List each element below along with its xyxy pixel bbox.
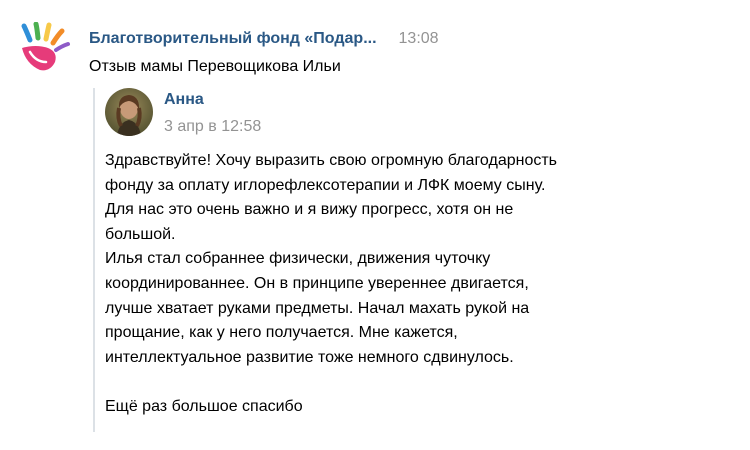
repost-text-line: интеллектуальное развитие тоже немного с… [105, 348, 514, 366]
repost-text-line: большой. [105, 225, 176, 243]
repost-text-line: Илья стал собраннее физически, движения … [105, 250, 491, 268]
repost-text-line [105, 370, 705, 395]
charity-logo[interactable] [18, 21, 72, 74]
post-author-link[interactable]: Благотворительный фонд «Подар... [89, 30, 377, 48]
repost-text: Здравствуйте! Хочу выразить свою огромну… [105, 149, 705, 420]
repost-text-line: фонду за оплату иглорефлексотерапии и ЛФ… [105, 176, 546, 194]
repost-author-avatar[interactable] [105, 88, 153, 136]
repost-date-link[interactable]: 3 апр в 12:58 [164, 118, 261, 136]
repost-text-line: Здравствуйте! Хочу выразить свою огромну… [105, 152, 558, 169]
repost-text-line: лучше хватает руками предметы. Начал мах… [105, 299, 530, 317]
colorful-hand-logo-icon [21, 21, 70, 71]
post-text: Отзыв мамы Перевощикова Ильи [89, 58, 341, 75]
repost-text-line: прощание, как у него получается. Мне каж… [105, 324, 458, 342]
user-photo-avatar-icon [105, 88, 153, 136]
repost-text-line: Для нас это очень важно и я вижу прогрес… [105, 201, 514, 219]
repost-text-line: Ещё раз большое спасибо [105, 397, 303, 415]
post-header: Благотворительный фонд «Подар... 13:08 [89, 30, 439, 52]
post-time-link[interactable]: 13:08 [399, 30, 439, 48]
repost-text-line: координированнее. Он в принципе уверенне… [105, 274, 529, 292]
repost-divider [93, 88, 95, 432]
repost-author-link[interactable]: Анна [164, 91, 204, 109]
